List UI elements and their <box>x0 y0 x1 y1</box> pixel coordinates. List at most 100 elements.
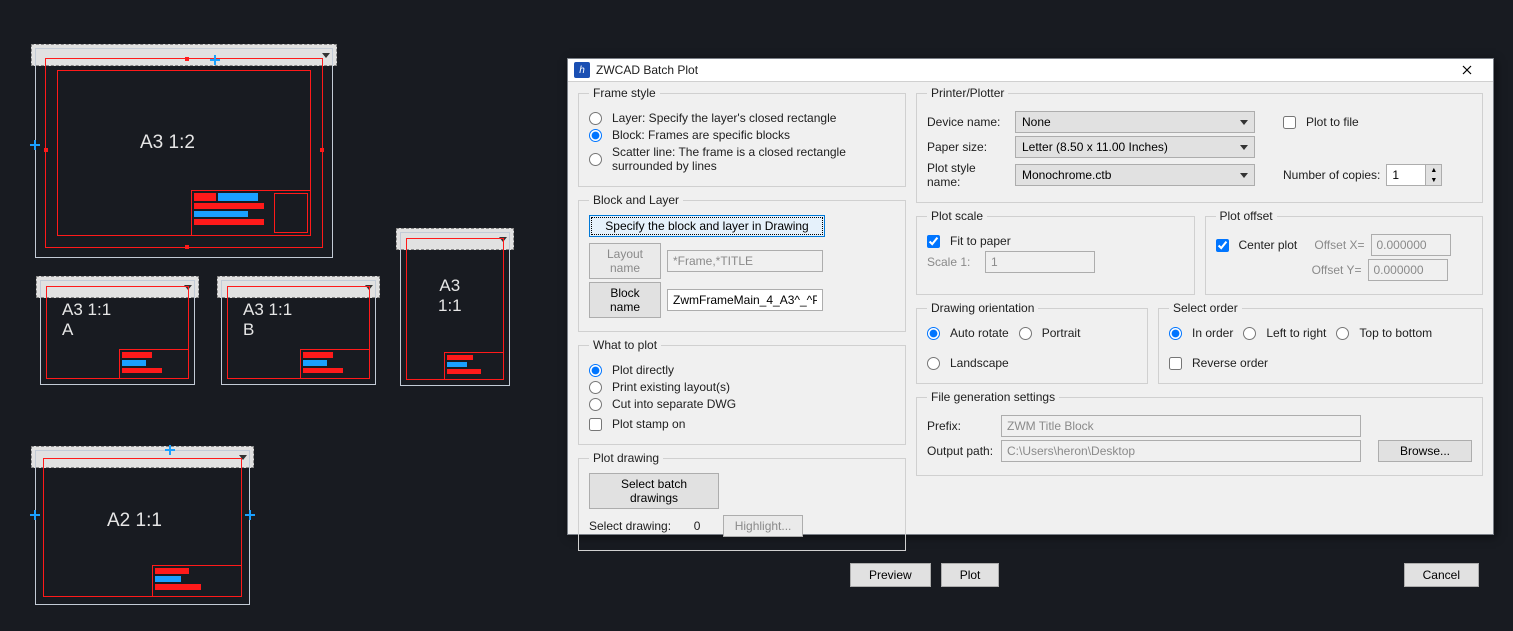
frame-label: A3 1:2 <box>140 132 195 155</box>
layout-name-button: Layout name <box>589 243 661 279</box>
preview-button[interactable]: Preview <box>850 563 931 587</box>
block-layer-legend: Block and Layer <box>589 193 683 207</box>
what-to-plot-group: What to plot Plot directly Print existin… <box>578 338 906 445</box>
plot-style-label: Plot style name: <box>927 161 1009 189</box>
frame-style-scatter-label: Scatter line: The frame is a closed rect… <box>612 145 895 173</box>
reverse-order-checkbox[interactable] <box>1169 357 1182 370</box>
select-batch-drawings-button[interactable]: Select batch drawings <box>589 473 719 509</box>
prefix-input <box>1001 415 1361 437</box>
printer-legend: Printer/Plotter <box>927 86 1008 100</box>
frame-style-block-label: Block: Frames are specific blocks <box>612 128 790 142</box>
landscape-label: Landscape <box>950 356 1009 370</box>
plot-stamp-checkbox[interactable] <box>589 418 602 431</box>
copies-up-icon[interactable]: ▲ <box>1426 165 1441 175</box>
plot-offset-group: Plot offset Center plot Offset X= Offset… <box>1205 209 1484 295</box>
plot-offset-legend: Plot offset <box>1216 209 1277 223</box>
frame-a3-1-1-b[interactable]: A3 1:1 B <box>221 280 376 385</box>
orientation-group: Drawing orientation Auto rotate Portrait… <box>916 301 1148 384</box>
paper-size-select[interactable]: Letter (8.50 x 11.00 Inches) <box>1015 136 1255 158</box>
plot-directly-radio[interactable] <box>589 364 602 377</box>
frame-style-group: Frame style Layer: Specify the layer's c… <box>578 86 906 187</box>
print-existing-label: Print existing layout(s) <box>612 380 730 394</box>
auto-rotate-radio[interactable] <box>927 327 940 340</box>
copies-down-icon[interactable]: ▼ <box>1426 175 1441 185</box>
cut-dwg-label: Cut into separate DWG <box>612 397 736 411</box>
frame-label: A3 1:1 A <box>62 300 111 341</box>
left-to-right-radio[interactable] <box>1243 327 1256 340</box>
frame-a3-1-2[interactable]: A3 1:2 <box>35 48 333 258</box>
frame-style-layer-radio[interactable] <box>589 112 602 125</box>
scale-1-label: Scale 1: <box>927 255 979 269</box>
frame-style-layer-label: Layer: Specify the layer's closed rectan… <box>612 111 836 125</box>
left-to-right-label: Left to right <box>1266 326 1326 340</box>
frame-label: A3 1:1 B <box>243 300 292 341</box>
frame-label: A3 1:1 <box>438 276 462 317</box>
file-generation-group: File generation settings Prefix: Output … <box>916 390 1483 476</box>
prefix-label: Prefix: <box>927 419 995 433</box>
cancel-button[interactable]: Cancel <box>1404 563 1479 587</box>
offset-x-input <box>1371 234 1451 256</box>
close-button[interactable] <box>1447 59 1487 81</box>
offset-x-label: Offset X= <box>1309 238 1365 252</box>
frame-a2-1-1[interactable]: A2 1:1 <box>35 450 250 605</box>
browse-button[interactable]: Browse... <box>1378 440 1472 462</box>
plot-directly-label: Plot directly <box>612 363 674 377</box>
batch-plot-dialog: h ZWCAD Batch Plot Frame style Layer: Sp… <box>567 58 1494 535</box>
frame-a3-1-1-portrait[interactable]: A3 1:1 <box>400 232 510 386</box>
select-order-legend: Select order <box>1169 301 1242 315</box>
what-to-plot-legend: What to plot <box>589 338 661 352</box>
landscape-radio[interactable] <box>927 357 940 370</box>
frame-a3-1-1-a[interactable]: A3 1:1 A <box>40 280 195 385</box>
block-layer-group: Block and Layer Specify the block and la… <box>578 193 906 332</box>
plot-style-select[interactable]: Monochrome.ctb <box>1015 164 1255 186</box>
device-name-label: Device name: <box>927 115 1009 129</box>
block-name-button[interactable]: Block name <box>589 282 661 318</box>
select-drawing-label: Select drawing: <box>589 519 671 533</box>
fit-to-paper-checkbox[interactable] <box>927 235 940 248</box>
specify-block-layer-button[interactable]: Specify the block and layer in Drawing <box>589 215 825 237</box>
top-to-bottom-label: Top to bottom <box>1359 326 1432 340</box>
cut-dwg-radio[interactable] <box>589 398 602 411</box>
scale-1-input <box>985 251 1095 273</box>
frame-style-block-radio[interactable] <box>589 129 602 142</box>
dialog-title: ZWCAD Batch Plot <box>596 63 1447 77</box>
print-existing-radio[interactable] <box>589 381 602 394</box>
copies-spinner[interactable]: ▲▼ <box>1386 164 1442 186</box>
paper-size-label: Paper size: <box>927 140 1009 154</box>
in-order-radio[interactable] <box>1169 327 1182 340</box>
center-plot-label: Center plot <box>1239 238 1303 252</box>
output-path-input <box>1001 440 1361 462</box>
frame-style-scatter-radio[interactable] <box>589 153 602 166</box>
close-icon <box>1462 65 1472 75</box>
cad-canvas: A3 1:2 A3 1:1 A A3 1:1 B <box>0 0 560 631</box>
plot-button[interactable]: Plot <box>941 563 1000 587</box>
printer-group: Printer/Plotter Device name: None Plot t… <box>916 86 1483 203</box>
block-name-input[interactable] <box>667 289 823 311</box>
in-order-label: In order <box>1192 326 1233 340</box>
plot-stamp-label: Plot stamp on <box>612 417 685 431</box>
app-logo-icon: h <box>574 62 590 78</box>
top-to-bottom-radio[interactable] <box>1336 327 1349 340</box>
portrait-label: Portrait <box>1042 326 1081 340</box>
frame-label: A2 1:1 <box>107 510 162 533</box>
plot-drawing-legend: Plot drawing <box>589 451 663 465</box>
layout-name-input <box>667 250 823 272</box>
auto-rotate-label: Auto rotate <box>950 326 1009 340</box>
dialog-titlebar[interactable]: h ZWCAD Batch Plot <box>568 59 1493 82</box>
orientation-legend: Drawing orientation <box>927 301 1038 315</box>
offset-y-label: Offset Y= <box>1306 263 1362 277</box>
select-drawing-count: 0 <box>677 519 717 533</box>
fit-to-paper-label: Fit to paper <box>950 234 1011 248</box>
copies-input[interactable] <box>1386 164 1426 186</box>
plot-scale-group: Plot scale Fit to paper Scale 1: <box>916 209 1195 295</box>
plot-drawing-group: Plot drawing Select batch drawings Selec… <box>578 451 906 551</box>
portrait-radio[interactable] <box>1019 327 1032 340</box>
device-name-select[interactable]: None <box>1015 111 1255 133</box>
output-path-label: Output path: <box>927 444 995 458</box>
copies-label: Number of copies: <box>1283 168 1380 182</box>
plot-scale-legend: Plot scale <box>927 209 987 223</box>
plot-to-file-checkbox[interactable] <box>1283 116 1296 129</box>
dialog-footer: Preview Plot Cancel <box>568 563 1493 587</box>
frame-style-legend: Frame style <box>589 86 660 100</box>
center-plot-checkbox[interactable] <box>1216 239 1229 252</box>
